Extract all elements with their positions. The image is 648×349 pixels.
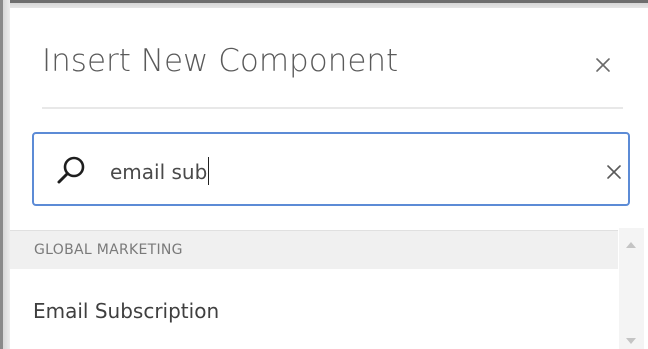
title-divider: [42, 107, 623, 109]
search-icon: [57, 156, 85, 184]
dialog-title: Insert New Component: [42, 43, 399, 79]
clear-icon: [607, 165, 621, 179]
close-icon: [596, 58, 610, 72]
search-input-value[interactable]: email sub: [110, 157, 210, 185]
list-item[interactable]: Email Subscription: [10, 289, 618, 333]
component-results-list: GLOBAL MARKETING Email Subscription: [10, 228, 644, 349]
text-caret: [208, 157, 210, 185]
screen: Insert New Component email sub GLOBAL MA…: [0, 0, 648, 349]
search-input[interactable]: email sub: [32, 132, 630, 206]
group-header-label: GLOBAL MARKETING: [34, 242, 183, 258]
group-header: GLOBAL MARKETING: [10, 230, 618, 269]
insert-component-dialog: Insert New Component email sub GLOBAL MA…: [10, 8, 644, 349]
window-left-edge: [0, 0, 10, 349]
list-item-label: Email Subscription: [33, 299, 220, 323]
window-top-edge: [0, 0, 648, 8]
close-button[interactable]: [590, 52, 616, 78]
scroll-up-arrow-icon[interactable]: [626, 242, 636, 248]
scroll-down-arrow-icon[interactable]: [626, 338, 636, 344]
clear-search-button[interactable]: [604, 162, 624, 182]
scrollbar[interactable]: [619, 228, 644, 349]
